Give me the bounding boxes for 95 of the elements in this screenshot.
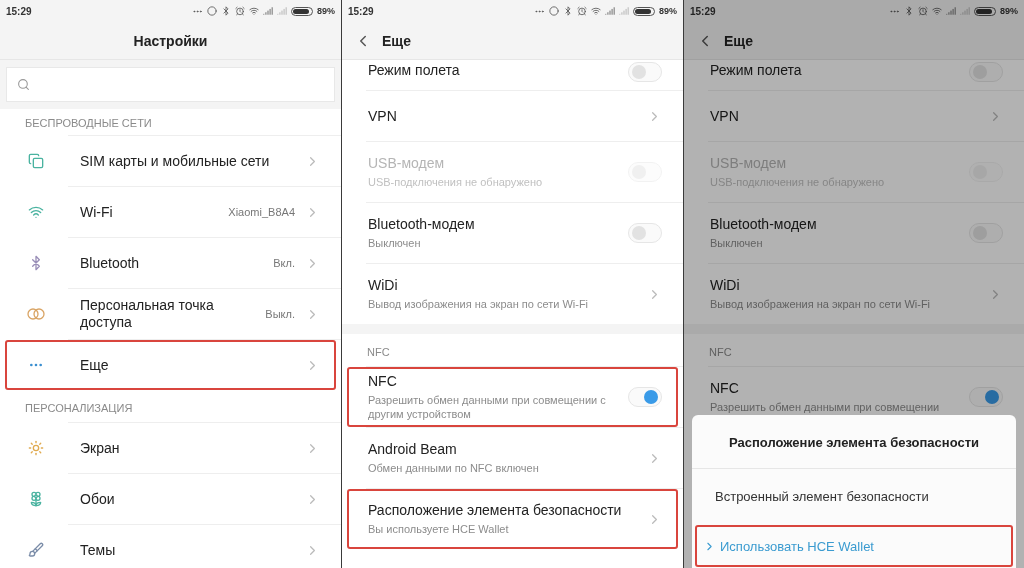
toggle-switch[interactable] bbox=[969, 387, 1003, 407]
battery-percent: 89% bbox=[659, 6, 677, 16]
settings-row[interactable]: Персональная точка доступа Выкл. bbox=[5, 289, 336, 339]
row-label: Bluetooth bbox=[80, 254, 141, 272]
search-icon bbox=[17, 78, 30, 91]
signal-icon bbox=[605, 6, 615, 16]
settings-row[interactable]: Экран bbox=[5, 423, 336, 473]
row-label: Android Beam bbox=[368, 441, 458, 458]
row-label: SIM карты и мобильные сети bbox=[80, 152, 271, 170]
settings-row[interactable]: WiDi Вывод изображения на экран по сети Wi-Fi bbox=[689, 264, 1019, 324]
signal-icon bbox=[263, 6, 273, 16]
row-subtitle: USB-подключения не обнаружено bbox=[368, 175, 544, 189]
settings-row[interactable]: SIM карты и мобильные сети bbox=[5, 136, 336, 186]
dialog-option[interactable]: Встроенный элемент безопасности bbox=[695, 475, 1013, 517]
settings-row[interactable]: VPN bbox=[689, 91, 1019, 141]
wifi-icon bbox=[591, 6, 601, 16]
screen-title: Еще bbox=[382, 32, 411, 49]
signal-icon bbox=[946, 6, 956, 16]
sun-icon bbox=[28, 440, 44, 456]
screen-title: Настройки bbox=[133, 32, 208, 49]
row-label: Расположение элемента безопасности bbox=[368, 502, 623, 519]
row-label: Режим полета bbox=[710, 62, 803, 79]
toggle-switch[interactable] bbox=[628, 387, 662, 407]
screen-title: Еще bbox=[724, 32, 753, 49]
row-label: WiDi bbox=[710, 277, 741, 294]
section-header: БЕСПРОВОДНЫЕ СЕТИ bbox=[24, 116, 153, 131]
row-value: Вкл. bbox=[273, 257, 295, 269]
wifi-icon bbox=[28, 204, 44, 220]
settings-row[interactable]: Bluetooth-модем Выключен bbox=[347, 203, 678, 263]
sim-cards-icon bbox=[28, 153, 44, 169]
status-time: 15:29 bbox=[690, 5, 716, 17]
row-label: Режим полета bbox=[368, 62, 461, 79]
row-label: WiDi bbox=[368, 277, 399, 294]
settings-row[interactable]: Еще bbox=[5, 340, 336, 390]
settings-row[interactable]: Wi-Fi Xiaomi_B8A4 bbox=[5, 187, 336, 237]
alarm-icon bbox=[235, 6, 245, 16]
ring-icon bbox=[549, 6, 559, 16]
row-label: Персональная точка доступа bbox=[80, 297, 215, 331]
search-field[interactable] bbox=[6, 67, 335, 102]
row-label: Обои bbox=[80, 490, 116, 508]
signal-icon bbox=[277, 6, 287, 16]
wifi-icon bbox=[932, 6, 942, 16]
settings-row[interactable]: Bluetooth Вкл. bbox=[5, 238, 336, 288]
flower-icon bbox=[28, 491, 44, 507]
wifi-icon bbox=[249, 6, 259, 16]
row-value: Xiaomi_B8A4 bbox=[228, 206, 295, 218]
battery-percent: 89% bbox=[1000, 6, 1018, 16]
row-label: Wi-Fi bbox=[80, 203, 114, 221]
row-label: Bluetooth-модем bbox=[368, 216, 476, 233]
section-header: ПЕРСОНАЛИЗАЦИЯ bbox=[24, 401, 134, 416]
row-label: Экран bbox=[80, 439, 121, 457]
toggle-switch[interactable] bbox=[628, 62, 662, 82]
row-label: NFC bbox=[710, 380, 740, 397]
row-subtitle: Выключен bbox=[710, 236, 764, 250]
toggle-switch[interactable] bbox=[628, 223, 662, 243]
section-header: NFC bbox=[366, 345, 391, 360]
alarm-icon bbox=[918, 6, 928, 16]
row-subtitle: Вывод изображения на экран по сети Wi-Fi bbox=[368, 297, 590, 311]
row-subtitle: Вы используете HCE Wallet bbox=[368, 522, 510, 536]
row-subtitle: Обмен данными по NFC включен bbox=[368, 461, 540, 475]
row-value: Выкл. bbox=[265, 308, 295, 320]
settings-row[interactable]: Bluetooth-модем Выключен bbox=[689, 203, 1019, 263]
row-label: VPN bbox=[710, 107, 740, 125]
row-label: USB-модем bbox=[368, 155, 446, 172]
settings-row[interactable]: WiDi Вывод изображения на экран по сети Wi-Fi bbox=[347, 264, 678, 324]
settings-row[interactable]: VPN bbox=[347, 91, 678, 141]
row-subtitle: Разрешить обмен данными при совмещении с другим устройством bbox=[368, 393, 607, 421]
alarm-icon bbox=[577, 6, 587, 16]
signal-icon bbox=[619, 6, 629, 16]
signal-icon bbox=[960, 6, 970, 16]
status-time: 15:29 bbox=[348, 5, 374, 17]
settings-row[interactable]: Обои bbox=[5, 474, 336, 524]
settings-row[interactable]: Темы bbox=[5, 525, 336, 568]
ring-icon bbox=[207, 6, 217, 16]
settings-row[interactable]: Android Beam Обмен данными по NFC включен bbox=[347, 428, 678, 488]
status-time: 15:29 bbox=[6, 5, 32, 17]
bluetooth-icon bbox=[563, 6, 573, 16]
row-label: Еще bbox=[80, 356, 110, 374]
bluetooth-icon bbox=[904, 6, 914, 16]
brush-icon bbox=[28, 542, 44, 558]
linked-rings-icon bbox=[27, 308, 45, 320]
settings-row[interactable]: Режим полета bbox=[347, 60, 678, 90]
row-subtitle: Разрешить обмен данными при совмещении bbox=[710, 400, 941, 414]
row-label: VPN bbox=[368, 107, 398, 125]
row-subtitle: Вывод изображения на экран по сети Wi-Fi bbox=[710, 297, 932, 311]
bluetooth-icon bbox=[221, 6, 231, 16]
settings-row[interactable]: Режим полета bbox=[689, 60, 1019, 90]
row-label: NFC bbox=[368, 373, 398, 390]
row-label: Темы bbox=[80, 541, 117, 559]
dialog-title: Расположение элемента безопасности bbox=[692, 415, 1016, 469]
section-header: NFC bbox=[708, 345, 733, 360]
row-subtitle: Выключен bbox=[368, 236, 422, 250]
battery-percent: 89% bbox=[317, 6, 335, 16]
settings-row[interactable]: Расположение элемента безопасности Вы используете HCE Wallet bbox=[347, 489, 678, 549]
row-label: Bluetooth-модем bbox=[710, 216, 818, 233]
